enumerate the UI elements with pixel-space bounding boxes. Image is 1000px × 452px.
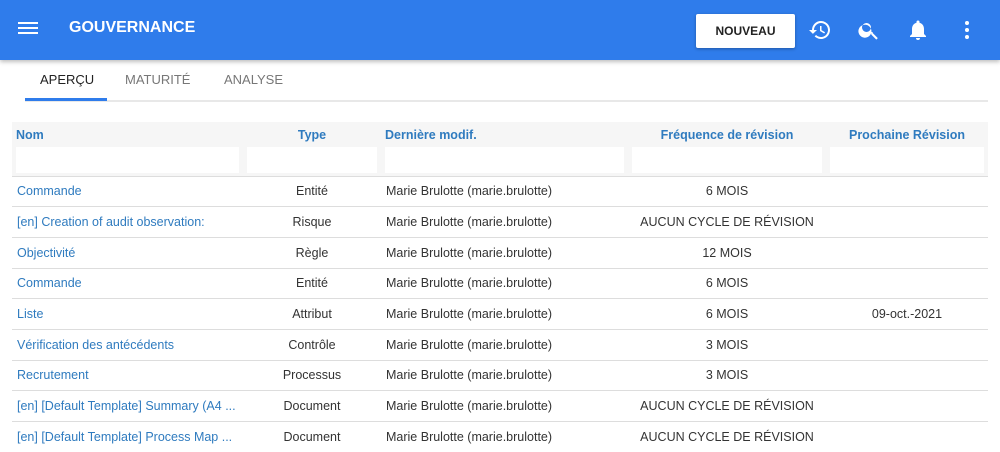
cell-type: Document [243,391,381,422]
table-row[interactable]: ListeAttributMarie Brulotte (marie.brulo… [12,299,988,330]
cell-frequence: 6 MOIS [628,268,826,299]
column-label: Type [298,128,326,142]
cell-prochaine-revision [826,329,988,360]
table-row[interactable]: Vérification des antécédentsContrôleMari… [12,329,988,360]
cell-frequence: 3 MOIS [628,329,826,360]
cell-prochaine-revision [826,360,988,391]
table-row[interactable]: [en] Creation of audit observation:Risqu… [12,207,988,238]
cell-nom[interactable]: Recrutement [12,360,243,391]
search-icon[interactable] [857,18,881,42]
table-row[interactable]: RecrutementProcessusMarie Brulotte (mari… [12,360,988,391]
column-prochaine-revision[interactable]: Prochaine Révision [826,122,988,176]
table-row[interactable]: [en] [Default Template] Summary (A4 ...D… [12,391,988,422]
cell-derniere-modif: Marie Brulotte (marie.brulotte) [381,268,628,299]
governance-table: Nom Type Dernière modif. Fréquence de ré… [12,122,988,452]
cell-derniere-modif: Marie Brulotte (marie.brulotte) [381,422,628,452]
cell-derniere-modif: Marie Brulotte (marie.brulotte) [381,329,628,360]
menu-icon[interactable] [18,19,38,39]
active-tab-indicator [25,98,107,101]
cell-type: Entité [243,176,381,207]
filter-frequence-input[interactable] [632,147,822,173]
cell-frequence: 12 MOIS [628,237,826,268]
cell-nom[interactable]: Vérification des antécédents [12,329,243,360]
cell-derniere-modif: Marie Brulotte (marie.brulotte) [381,237,628,268]
history-icon[interactable] [808,18,832,42]
filter-type-input[interactable] [247,147,377,173]
filter-derniere-modif-input[interactable] [385,147,624,173]
cell-derniere-modif: Marie Brulotte (marie.brulotte) [381,176,628,207]
column-derniere-modif[interactable]: Dernière modif. [381,122,628,176]
cell-nom[interactable]: [en] [Default Template] Process Map ... [12,422,243,452]
cell-derniere-modif: Marie Brulotte (marie.brulotte) [381,360,628,391]
cell-frequence: 3 MOIS [628,360,826,391]
cell-type: Processus [243,360,381,391]
column-nom[interactable]: Nom [12,122,243,176]
cell-type: Document [243,422,381,452]
table-row[interactable]: CommandeEntitéMarie Brulotte (marie.brul… [12,176,988,207]
cell-frequence: 6 MOIS [628,176,826,207]
tab-maturite[interactable]: MATURITÉ [125,72,190,87]
cell-prochaine-revision [826,422,988,452]
cell-type: Attribut [243,299,381,330]
cell-nom[interactable]: Objectivité [12,237,243,268]
cell-type: Contrôle [243,329,381,360]
tab-bar: APERÇU MATURITÉ ANALYSE [25,62,988,102]
cell-frequence: 6 MOIS [628,299,826,330]
more-vert-icon[interactable] [955,18,979,42]
cell-type: Entité [243,268,381,299]
column-label: Nom [16,128,44,142]
table-row[interactable]: [en] [Default Template] Process Map ...D… [12,422,988,452]
cell-nom[interactable]: Commande [12,268,243,299]
filter-nom-input[interactable] [16,147,239,173]
page-title: GOUVERNANCE [69,19,195,37]
notifications-icon[interactable] [906,18,930,42]
app-bar: GOUVERNANCE NOUVEAU [0,0,1000,60]
cell-prochaine-revision: 09-oct.-2021 [826,299,988,330]
table-row[interactable]: ObjectivitéRègleMarie Brulotte (marie.br… [12,237,988,268]
cell-type: Risque [243,207,381,238]
cell-frequence: AUCUN CYCLE DE RÉVISION [628,207,826,238]
cell-frequence: AUCUN CYCLE DE RÉVISION [628,391,826,422]
cell-prochaine-revision [826,268,988,299]
table-row[interactable]: CommandeEntitéMarie Brulotte (marie.brul… [12,268,988,299]
tab-analyse[interactable]: ANALYSE [224,72,283,87]
cell-type: Règle [243,237,381,268]
column-type[interactable]: Type [243,122,381,176]
cell-nom[interactable]: [en] [Default Template] Summary (A4 ... [12,391,243,422]
cell-prochaine-revision [826,207,988,238]
cell-derniere-modif: Marie Brulotte (marie.brulotte) [381,391,628,422]
column-frequence[interactable]: Fréquence de révision [628,122,826,176]
cell-nom[interactable]: Commande [12,176,243,207]
filter-prochaine-revision-input[interactable] [830,147,984,173]
cell-nom[interactable]: [en] Creation of audit observation: [12,207,243,238]
cell-derniere-modif: Marie Brulotte (marie.brulotte) [381,207,628,238]
tab-apercu[interactable]: APERÇU [40,72,94,87]
cell-prochaine-revision [826,237,988,268]
column-label: Dernière modif. [385,128,477,142]
cell-prochaine-revision [826,176,988,207]
column-label: Prochaine Révision [849,128,965,142]
new-button[interactable]: NOUVEAU [696,14,795,48]
cell-prochaine-revision [826,391,988,422]
cell-nom[interactable]: Liste [12,299,243,330]
cell-derniere-modif: Marie Brulotte (marie.brulotte) [381,299,628,330]
column-label: Fréquence de révision [661,128,794,142]
cell-frequence: AUCUN CYCLE DE RÉVISION [628,422,826,452]
